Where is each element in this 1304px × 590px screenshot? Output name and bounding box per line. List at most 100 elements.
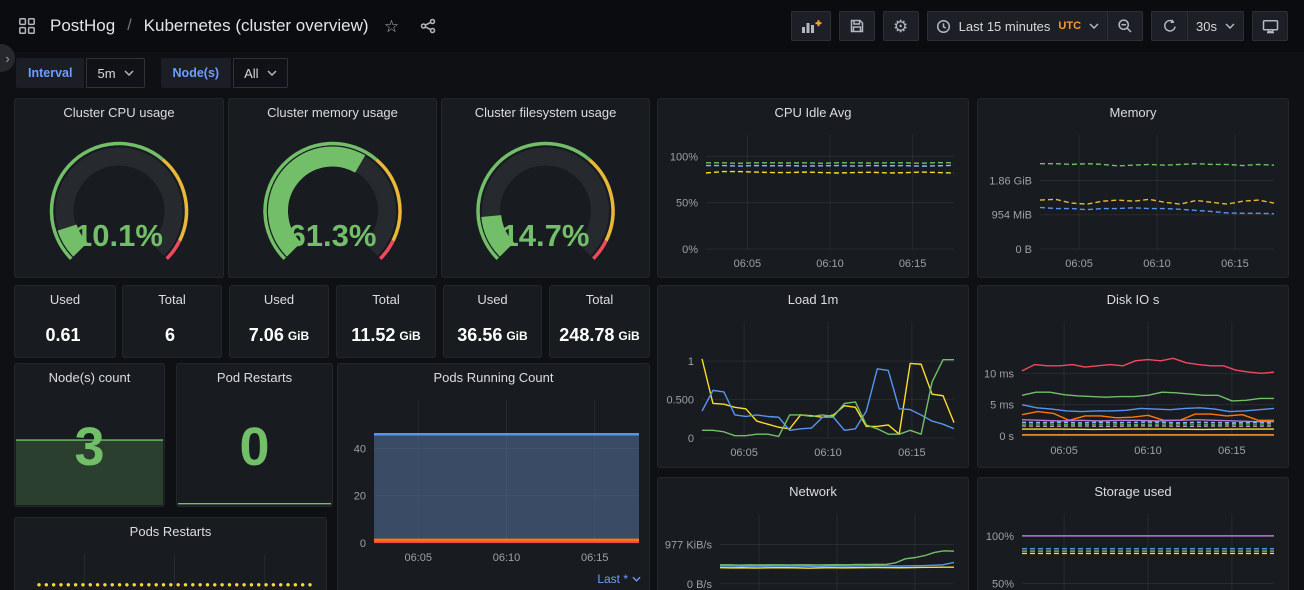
- nodes-select[interactable]: All: [233, 58, 287, 88]
- svg-text:0.500: 0.500: [666, 395, 694, 407]
- svg-text:0: 0: [688, 433, 694, 445]
- add-panel-button[interactable]: [791, 11, 831, 41]
- panel-pod-restarts: Pod Restarts 0: [176, 363, 333, 507]
- panel-title[interactable]: Total: [550, 286, 649, 314]
- stat-unit: GiB: [288, 329, 309, 343]
- svg-text:06:05: 06:05: [404, 552, 432, 564]
- clock-icon: [936, 19, 951, 34]
- panel-title[interactable]: Cluster CPU usage: [15, 99, 223, 127]
- top-nav: PostHog / Kubernetes (cluster overview) …: [0, 0, 1304, 52]
- legend-label: Last *: [597, 572, 628, 586]
- refresh-interval-picker[interactable]: 30s: [1187, 11, 1244, 41]
- time-picker-group: Last 15 minutes UTC: [927, 11, 1143, 41]
- pods-running-chart[interactable]: 06:05 06:10 06:15 0 20 40: [338, 392, 649, 567]
- svg-text:40: 40: [354, 443, 366, 455]
- svg-text:06:15: 06:15: [898, 447, 926, 459]
- panel-title[interactable]: Pods Running Count: [338, 364, 649, 392]
- cluster-memory-gauge: 61.3%: [229, 127, 436, 277]
- svg-text:06:05: 06:05: [1050, 445, 1078, 457]
- panel-nodes-count: Node(s) count 3: [14, 363, 165, 507]
- cpu-idle-chart[interactable]: 06:0506:1006:150%50%100%: [658, 127, 968, 277]
- svg-text:06:15: 06:15: [1218, 445, 1246, 457]
- panel-title[interactable]: Cluster filesystem usage: [442, 99, 649, 127]
- interval-label[interactable]: Interval: [16, 58, 84, 88]
- cluster-cpu-gauge: 10.1%: [15, 127, 223, 277]
- panel-title[interactable]: Cluster memory usage: [229, 99, 436, 127]
- svg-text:06:10: 06:10: [493, 552, 521, 564]
- memory-chart[interactable]: 06:0506:1006:150 B954 MiB1.86 GiB: [978, 127, 1288, 277]
- panel-title[interactable]: Load 1m: [658, 286, 968, 314]
- svg-text:0 s: 0 s: [999, 431, 1014, 443]
- storage-used-chart[interactable]: 06:0506:1006:15100%50%: [978, 506, 1288, 590]
- svg-text:06:15: 06:15: [581, 552, 609, 564]
- refresh-button[interactable]: [1151, 11, 1187, 41]
- svg-text:100%: 100%: [670, 151, 698, 163]
- dashboards-grid-icon[interactable]: [14, 13, 40, 39]
- panel-title[interactable]: Total: [337, 286, 435, 314]
- chevron-down-icon: [267, 70, 277, 76]
- panel-filesystem-total: Total 248.78GiB: [549, 285, 650, 358]
- disk-io-chart[interactable]: 06:0506:1006:150 s5 ms10 ms: [978, 314, 1288, 467]
- svg-text:06:15: 06:15: [899, 258, 927, 270]
- kiosk-mode-button[interactable]: [1252, 11, 1288, 41]
- svg-text:06:05: 06:05: [734, 258, 762, 270]
- panel-title[interactable]: Used: [444, 286, 541, 314]
- svg-text:0 B/s: 0 B/s: [687, 579, 713, 590]
- svg-text:06:05: 06:05: [730, 447, 758, 459]
- panel-storage-used: Storage used 06:0506:1006:15100%50%: [977, 477, 1289, 590]
- stat-value: 6: [165, 325, 175, 346]
- panel-title[interactable]: Pods Restarts: [15, 518, 326, 546]
- svg-text:06:10: 06:10: [816, 258, 844, 270]
- panel-title[interactable]: Storage used: [978, 478, 1288, 506]
- panel-pods-running-count: Pods Running Count 06:0506:1006:1502040 …: [337, 363, 650, 590]
- cluster-filesystem-gauge: 14.7%: [442, 127, 649, 277]
- panel-title[interactable]: CPU Idle Avg: [658, 99, 968, 127]
- pods-restarts-chart[interactable]: 06:0506:1006:15: [15, 546, 326, 590]
- breadcrumb-dashboard-title[interactable]: Kubernetes (cluster overview): [144, 16, 369, 36]
- stat-unit: GiB: [618, 329, 639, 343]
- time-range-label: Last 15 minutes: [959, 19, 1051, 34]
- nodes-label[interactable]: Node(s): [161, 58, 232, 88]
- stat-unit: GiB: [399, 329, 420, 343]
- panel-title[interactable]: Disk IO s: [978, 286, 1288, 314]
- panel-network: Network 06:0506:1006:15977 KiB/s0 B/s: [657, 477, 969, 590]
- panel-cluster-filesystem-usage: Cluster filesystem usage 14.7%: [441, 98, 650, 278]
- panel-cpu-used: Used 0.61: [14, 285, 116, 358]
- svg-text:100%: 100%: [986, 531, 1014, 543]
- panel-title[interactable]: Network: [658, 478, 968, 506]
- load-1m-chart[interactable]: 06:0506:1006:1500.5001: [658, 314, 968, 467]
- save-dashboard-button[interactable]: [839, 11, 875, 41]
- panel-title[interactable]: Memory: [978, 99, 1288, 127]
- network-chart[interactable]: 06:0506:1006:15977 KiB/s0 B/s: [658, 506, 968, 590]
- chevron-down-icon: [1089, 23, 1099, 29]
- panel-cluster-cpu-usage: Cluster CPU usage 10.1%: [14, 98, 224, 278]
- dashboard-settings-button[interactable]: ⚙: [883, 11, 919, 41]
- panel-cpu-total: Total 6: [122, 285, 222, 358]
- zoom-out-button[interactable]: [1107, 11, 1143, 41]
- interval-select[interactable]: 5m: [86, 58, 144, 88]
- svg-text:06:10: 06:10: [814, 447, 842, 459]
- legend-dropdown[interactable]: Last *: [597, 572, 641, 586]
- svg-text:50%: 50%: [676, 198, 698, 210]
- share-icon[interactable]: [415, 13, 441, 39]
- panel-title[interactable]: Used: [230, 286, 328, 314]
- stat-value: 7.06: [249, 325, 284, 346]
- panel-title[interactable]: Used: [15, 286, 115, 314]
- panel-disk-io: Disk IO s 06:0506:1006:150 s5 ms10 ms: [977, 285, 1289, 468]
- stat-value: 0.61: [45, 325, 80, 346]
- panel-title[interactable]: Total: [123, 286, 221, 314]
- stat-unit: GiB: [506, 329, 527, 343]
- svg-text:0: 0: [360, 538, 366, 550]
- svg-text:10 ms: 10 ms: [984, 368, 1014, 380]
- time-range-picker[interactable]: Last 15 minutes UTC: [927, 11, 1107, 41]
- breadcrumb-separator: /: [125, 17, 133, 35]
- star-icon[interactable]: ☆: [379, 13, 405, 39]
- interval-value: 5m: [97, 66, 115, 81]
- chevron-right-icon: ›: [5, 51, 9, 66]
- svg-text:20: 20: [354, 491, 366, 503]
- nodes-count-value: 3: [15, 388, 164, 506]
- svg-text:954 MiB: 954 MiB: [992, 210, 1032, 222]
- breadcrumb-org[interactable]: PostHog: [50, 16, 115, 36]
- svg-text:10.1%: 10.1%: [75, 218, 163, 253]
- pod-restarts-value: 0: [177, 388, 332, 506]
